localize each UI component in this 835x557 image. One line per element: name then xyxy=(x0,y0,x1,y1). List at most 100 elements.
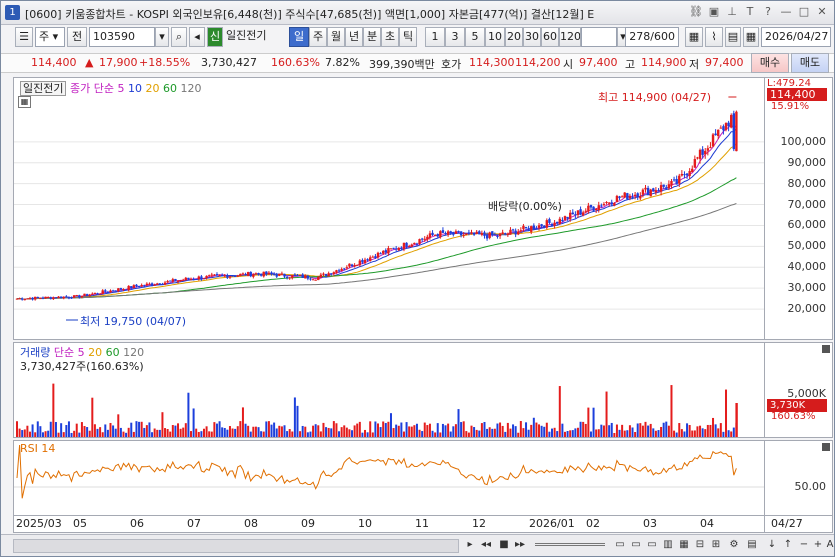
tab-tick[interactable]: 틱 xyxy=(399,27,417,47)
candle-body xyxy=(54,297,58,299)
volume-bar xyxy=(348,429,351,437)
link-icon[interactable]: ⛓ xyxy=(688,4,704,20)
scroll-down-icon[interactable]: ↓ xyxy=(765,538,779,552)
interval-10[interactable]: 10 xyxy=(485,27,505,47)
ma-line-10 xyxy=(16,127,737,300)
candle-body xyxy=(202,278,206,280)
layout-icon[interactable]: ▤ xyxy=(745,538,759,552)
interval-1[interactable]: 1 xyxy=(425,27,445,47)
maximize-icon[interactable]: □ xyxy=(796,4,812,20)
tab-second[interactable]: 초 xyxy=(381,27,399,47)
grid-icon[interactable]: ▦ xyxy=(685,27,703,47)
zoom-out-icon[interactable]: − xyxy=(797,538,811,552)
candle-body xyxy=(265,271,268,275)
change-up-icon: ▲ xyxy=(85,56,94,69)
minimize-icon[interactable]: — xyxy=(778,4,794,20)
tool-icon-4[interactable]: ▥ xyxy=(661,538,675,552)
volume-bar xyxy=(543,426,546,437)
interval-60[interactable]: 60 xyxy=(541,27,559,47)
candle-body xyxy=(210,274,213,276)
interval-3[interactable]: 3 xyxy=(445,27,465,47)
tool-icon-2[interactable]: ▭ xyxy=(629,538,643,552)
x-tick-label: 08 xyxy=(244,517,258,530)
menu-icon[interactable]: ☰ xyxy=(15,27,33,47)
close-icon[interactable]: ✕ xyxy=(814,4,830,20)
candle-body xyxy=(98,293,102,295)
tab-year[interactable]: 년 xyxy=(345,27,363,47)
volume-pane-close-icon[interactable] xyxy=(822,345,830,353)
count-input[interactable]: 278/600 xyxy=(625,27,679,47)
pin-icon[interactable]: ⊥ xyxy=(724,4,740,20)
horizontal-scrollbar[interactable] xyxy=(13,539,459,553)
settings-icon[interactable]: ⚙ xyxy=(727,538,741,552)
calendar-icon[interactable]: ▦ xyxy=(743,27,759,47)
chart-type-icon[interactable]: ⌇ xyxy=(705,27,723,47)
table-icon[interactable]: ▦ xyxy=(18,96,31,108)
candle-body xyxy=(353,264,356,267)
volume-bar xyxy=(535,422,538,437)
price-y-tick: 100,000 xyxy=(780,134,827,148)
candle-body xyxy=(548,219,551,223)
candle-body xyxy=(176,280,180,282)
stop-icon[interactable]: ■ xyxy=(497,538,511,552)
volume-bar xyxy=(327,427,330,437)
zoom-slider[interactable] xyxy=(535,543,605,546)
volume-bar xyxy=(288,429,291,437)
volume-bar xyxy=(509,428,512,437)
tool-icon-7[interactable]: ⊞ xyxy=(709,538,723,552)
font-icon[interactable]: T xyxy=(742,4,758,20)
prev-button[interactable]: 전 xyxy=(67,27,87,47)
volume-bar xyxy=(719,423,722,437)
search-icon[interactable]: ⌕ xyxy=(171,27,187,47)
market-select[interactable]: 주 ▾ xyxy=(35,27,65,47)
candle-body xyxy=(545,220,549,228)
tool-icon-6[interactable]: ⊟ xyxy=(693,538,707,552)
rsi-pane-close-icon[interactable] xyxy=(822,443,830,451)
code-input[interactable]: 103590 xyxy=(89,27,155,47)
rewind-icon[interactable]: ◂◂ xyxy=(479,538,493,552)
scroll-right-icon[interactable]: ▸ xyxy=(463,538,477,552)
tool-icon-1[interactable]: ▭ xyxy=(613,538,627,552)
price-y-tick: 60,000 xyxy=(787,218,827,232)
restore-icon[interactable]: ▣ xyxy=(706,4,722,20)
candle-body xyxy=(511,229,515,231)
interval-20[interactable]: 20 xyxy=(505,27,523,47)
volume-bar xyxy=(73,430,76,437)
tab-month[interactable]: 월 xyxy=(327,27,345,47)
interval-5[interactable]: 5 xyxy=(465,27,485,47)
volume-bar xyxy=(114,428,117,437)
candle-body xyxy=(319,274,323,278)
buy-button[interactable]: 매수 xyxy=(751,53,789,73)
candle-body xyxy=(722,126,725,131)
interval-input[interactable] xyxy=(581,27,617,47)
volume-bar xyxy=(156,429,159,437)
speaker-icon[interactable]: ◂ xyxy=(189,27,205,47)
volume-bar xyxy=(197,431,200,437)
code-dropdown-icon[interactable]: ▾ xyxy=(155,27,169,47)
candle-body xyxy=(563,216,567,221)
candle-body xyxy=(106,291,110,293)
candle-body xyxy=(275,274,278,277)
interval-30[interactable]: 30 xyxy=(523,27,541,47)
candle-body xyxy=(706,148,710,151)
price-pane[interactable]: 일진전기 종가 단순 5 10 20 60 120 ▦ 최고 114,900 (… xyxy=(13,77,765,340)
rsi-pane[interactable]: RSI 14 xyxy=(13,440,765,516)
help-icon[interactable]: ? xyxy=(760,4,776,20)
tab-minute[interactable]: 분 xyxy=(363,27,381,47)
volume-bar xyxy=(579,421,582,437)
save-icon[interactable]: ▤ xyxy=(725,27,741,47)
text-icon[interactable]: A xyxy=(823,538,835,552)
tab-week[interactable]: 주 xyxy=(309,27,327,47)
volume-bar xyxy=(47,430,50,437)
scroll-up-icon[interactable]: ↑ xyxy=(781,538,795,552)
volume-bar xyxy=(252,426,255,437)
volume-pane[interactable]: 거래량 단순 5 20 60 120 3,730,427주(160.63%) xyxy=(13,342,765,438)
sell-button[interactable]: 매도 xyxy=(791,53,829,73)
tool-icon-5[interactable]: ▦ xyxy=(677,538,691,552)
interval-120[interactable]: 120 xyxy=(559,27,581,47)
date-input[interactable]: 2026/04/27 xyxy=(761,27,831,47)
tool-icon-3[interactable]: ▭ xyxy=(645,538,659,552)
forward-icon[interactable]: ▸▸ xyxy=(513,538,527,552)
tab-day[interactable]: 일 xyxy=(289,27,309,47)
candle-body xyxy=(36,296,39,298)
